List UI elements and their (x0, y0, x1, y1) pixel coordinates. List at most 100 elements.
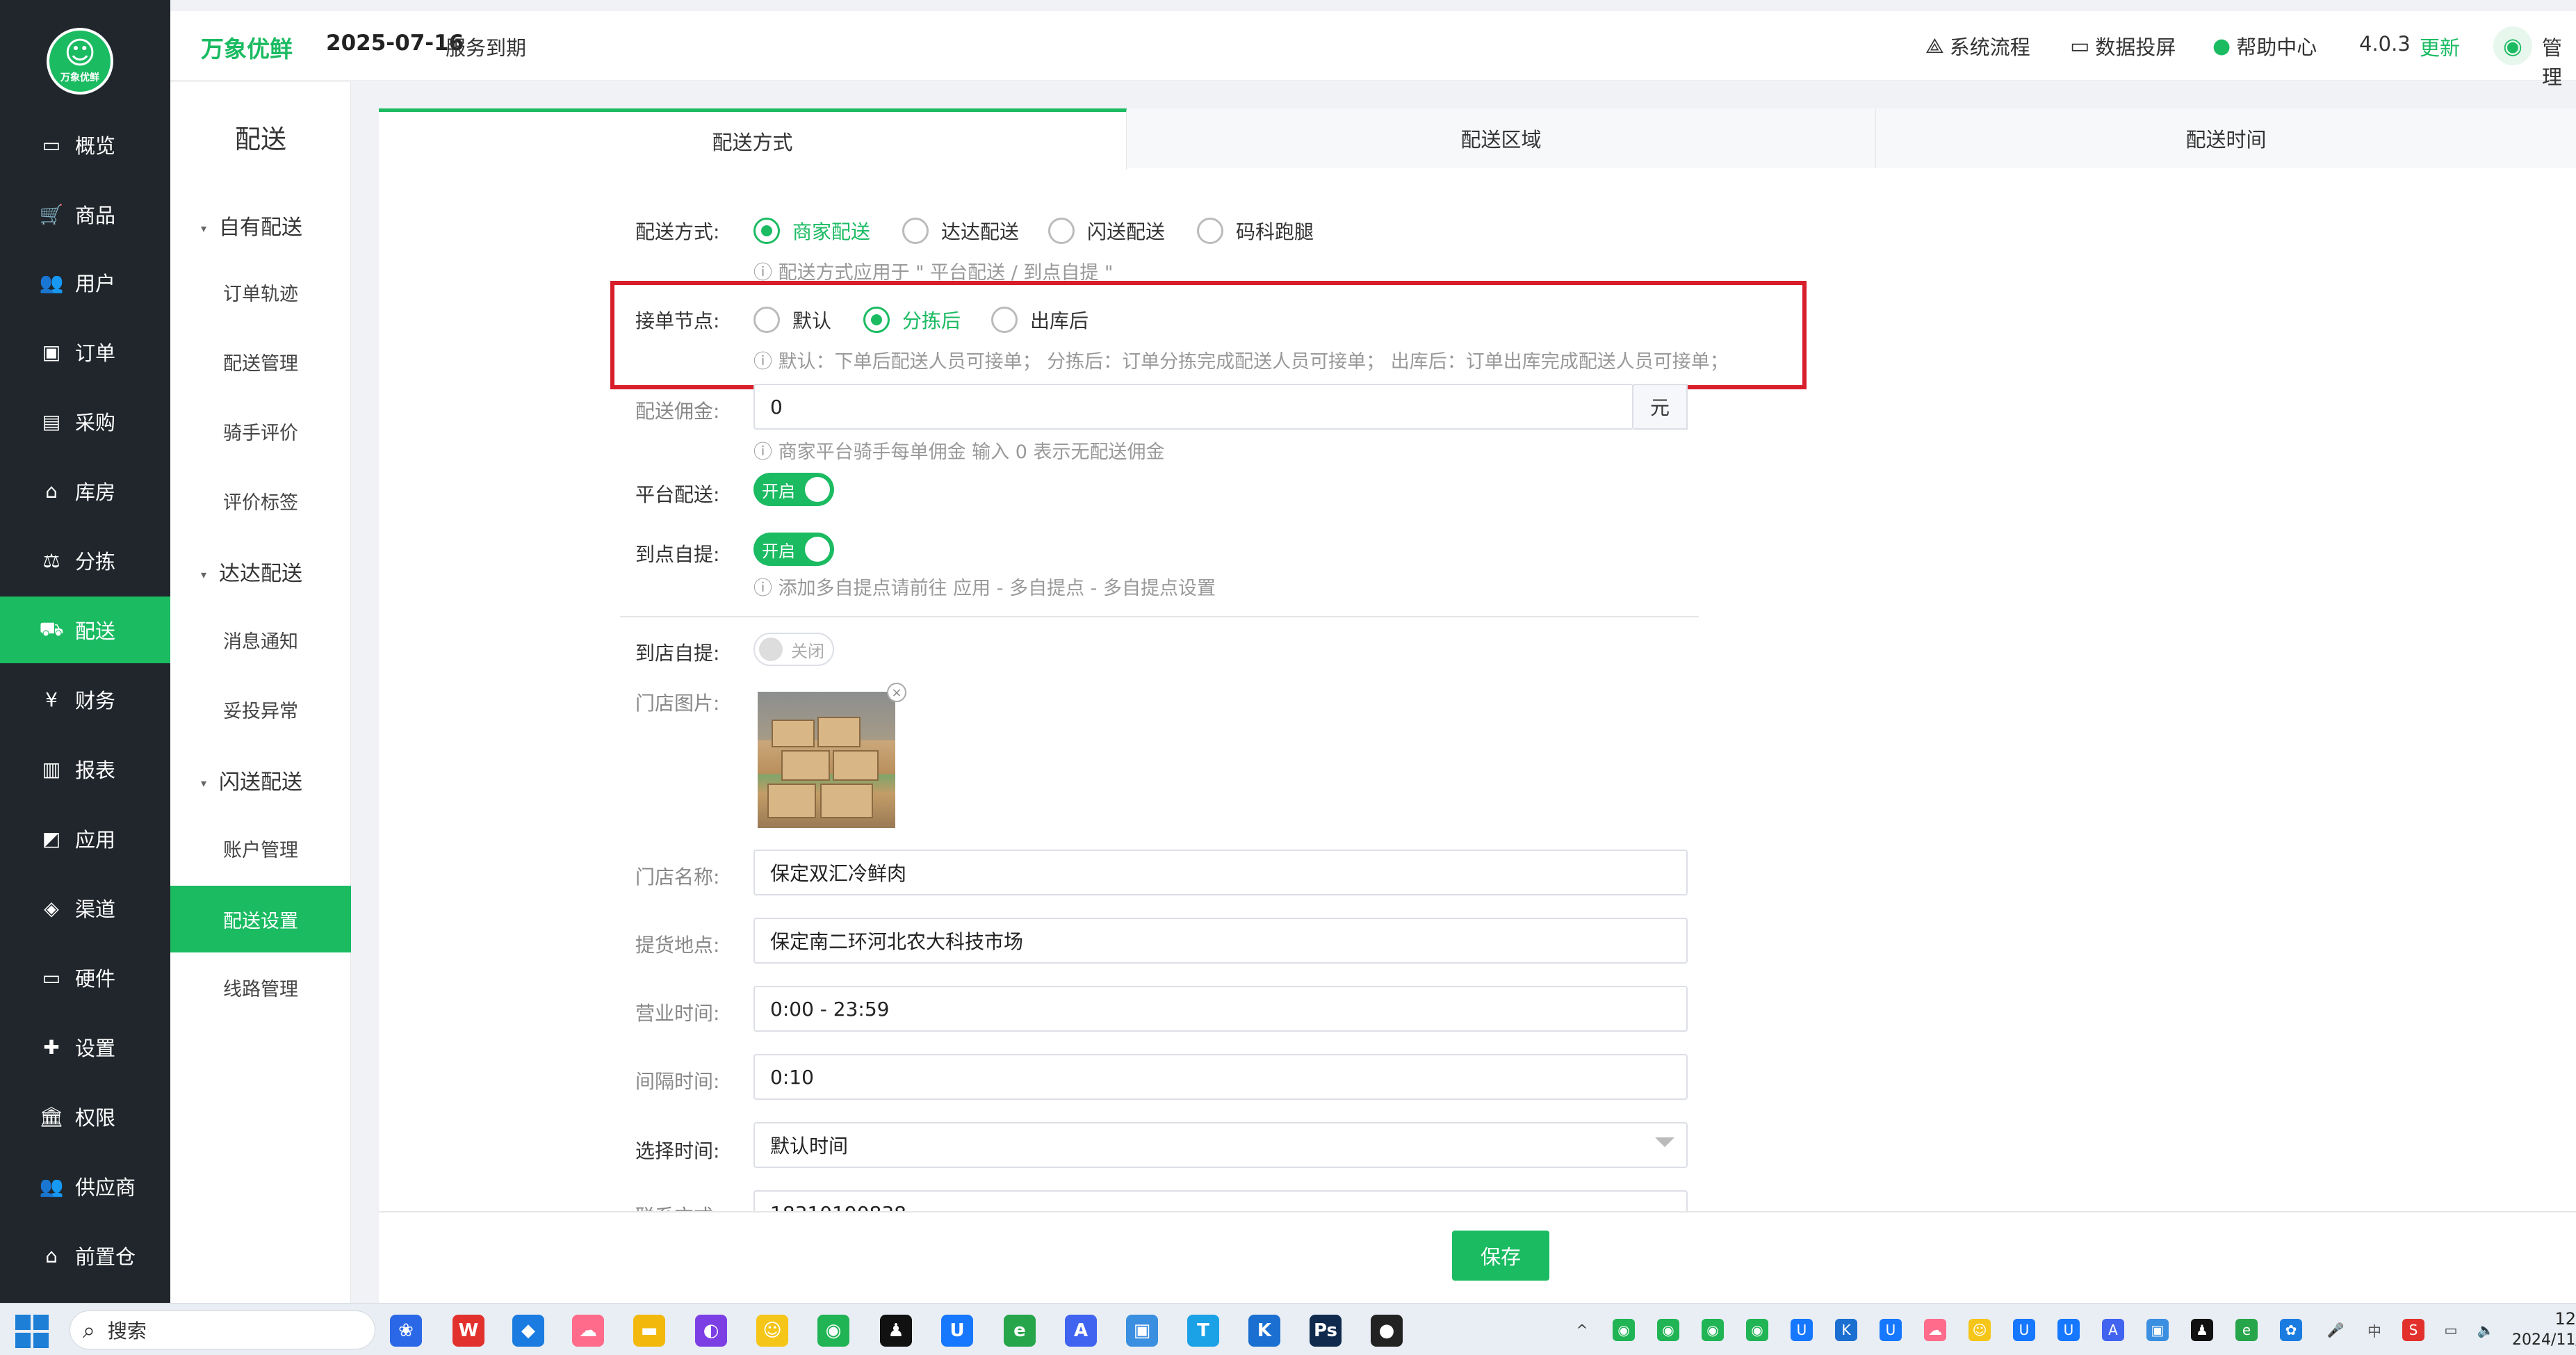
tab-delivery-method[interactable]: 配送方式 (379, 108, 1127, 170)
nav-item-sorting[interactable]: ⚖ 分拣 (0, 527, 170, 594)
subnav-item-delivery-exception[interactable]: 妥投异常 (170, 676, 351, 743)
subnav-item-account-manage[interactable]: 账户管理 (170, 815, 351, 882)
remove-photo-icon[interactable]: × (887, 683, 906, 702)
bag-tray-icon[interactable]: U (1880, 1319, 1902, 1341)
nav-item-users[interactable]: 👥 用户 (0, 249, 170, 316)
nav-item-delivery[interactable]: ⛟ 配送 (0, 597, 170, 663)
platform-delivery-switch[interactable]: 开启 (753, 473, 834, 506)
store-pickup-switch[interactable]: 关闭 (753, 633, 834, 666)
k-icon[interactable]: K (1248, 1315, 1280, 1347)
nav-item-suppliers[interactable]: 👥 供应商 (0, 1153, 170, 1219)
tab-delivery-time[interactable]: 配送时间 (1876, 108, 2576, 168)
baidu-icon[interactable]: ❀ (390, 1315, 422, 1347)
taskbar-search[interactable]: ⌕ 搜索 (70, 1311, 375, 1349)
nav-item-purchase[interactable]: ▤ 采购 (0, 388, 170, 455)
nav-item-channels[interactable]: ◈ 渠道 (0, 875, 170, 941)
windows-start-icon[interactable] (15, 1315, 49, 1348)
nav-item-permissions[interactable]: 🏛 权限 (0, 1083, 170, 1150)
store-name-input[interactable]: 保定双汇冷鲜肉 (753, 850, 1688, 895)
bag-tray-icon[interactable]: U (2057, 1319, 2080, 1341)
shield-icon[interactable]: ◐ (695, 1315, 727, 1347)
tab-delivery-area[interactable]: 配送区域 (1127, 108, 1876, 168)
store-photo[interactable] (758, 692, 895, 828)
radio-flash-delivery[interactable]: 闪送配送 (1048, 217, 1165, 245)
volume-icon[interactable]: 🔈 (2475, 1319, 2497, 1341)
avatar[interactable]: ◉ (2493, 26, 2532, 65)
wps-icon[interactable]: W (453, 1315, 484, 1347)
business-hours-input[interactable]: 0:00 - 23:59 (753, 986, 1688, 1032)
nav-item-hardware[interactable]: ▭ 硬件 (0, 944, 170, 1011)
clock-date[interactable]: 2024/11/ (2512, 1331, 2576, 1349)
qq-tray-icon[interactable]: ♟ (2191, 1319, 2213, 1341)
user-name[interactable]: 管理 (2542, 32, 2576, 90)
group-dada-delivery[interactable]: ▾ 达达配送 (201, 556, 302, 587)
wechat-icon[interactable]: ◉ (817, 1315, 849, 1347)
clock-time[interactable]: 12 (2522, 1309, 2576, 1329)
image-tray-icon[interactable]: ▣ (2146, 1319, 2169, 1341)
nav-item-orders[interactable]: ▣ 订单 (0, 318, 170, 385)
subnav-item-notifications[interactable]: 消息通知 (170, 606, 351, 673)
bird-icon[interactable]: ◆ (512, 1315, 544, 1347)
wechat-tray-icon[interactable]: ◉ (1613, 1319, 1635, 1341)
wechat-tray-icon[interactable]: ◉ (1657, 1319, 1679, 1341)
bag-tray-icon[interactable]: U (1791, 1319, 1813, 1341)
bag-tray-icon[interactable]: U (2013, 1319, 2035, 1341)
bag-icon[interactable]: U (941, 1315, 973, 1347)
nav-item-goods[interactable]: 🛒 商品 (0, 181, 170, 248)
draw-tray-icon[interactable]: A (2102, 1319, 2124, 1341)
draw-icon[interactable]: A (1065, 1315, 1097, 1347)
ime-icon[interactable]: 中 (2363, 1319, 2386, 1341)
subnav-item-rating-tags[interactable]: 评价标签 (170, 467, 351, 534)
qq-icon[interactable]: ♟ (880, 1315, 912, 1347)
wechat-tray-icon[interactable]: ◉ (1746, 1319, 1768, 1341)
subnav-item-route-manage[interactable]: 线路管理 (170, 954, 351, 1021)
pickup-point-switch[interactable]: 开启 (753, 533, 834, 566)
data-screen-link[interactable]: ▭ 数据投屏 (2070, 31, 2176, 60)
colorful-tray-icon[interactable]: ✿ (2280, 1319, 2302, 1341)
wechat-tray-icon[interactable]: ◉ (1702, 1319, 1724, 1341)
nav-item-front-warehouse[interactable]: ⌂ 前置仓 (0, 1222, 170, 1289)
update-link[interactable]: 更新 (2420, 32, 2460, 61)
commission-input[interactable]: 0 (753, 384, 1633, 430)
logo[interactable]: ☺ 万象优鲜 (47, 28, 113, 95)
browser-icon[interactable]: e (1004, 1315, 1036, 1347)
nav-item-finance[interactable]: ¥ 财务 (0, 666, 170, 733)
system-flow-link[interactable]: ⟁ 系统流程 (1925, 31, 2030, 60)
radio-make-errand[interactable]: 码科跑腿 (1197, 217, 1314, 245)
microphone-icon[interactable]: 🎤 (2324, 1319, 2347, 1341)
face-tray-icon[interactable]: ☺ (1968, 1319, 1991, 1341)
radio-node-after-outbound[interactable]: 出库后 (991, 306, 1089, 334)
pickup-address-input[interactable]: 保定南二环河北农大科技市场 (753, 918, 1688, 964)
group-flash-delivery[interactable]: ▾ 闪送配送 (201, 765, 302, 795)
folder-icon[interactable]: ▬ (633, 1315, 665, 1347)
image-icon[interactable]: ▣ (1126, 1315, 1158, 1347)
nav-item-apps[interactable]: ◩ 应用 (0, 805, 170, 872)
nav-item-overview[interactable]: ▭ 概览 (0, 111, 170, 178)
photoshop-icon[interactable]: Ps (1310, 1315, 1342, 1347)
subnav-item-rider-rating[interactable]: 骑手评价 (170, 398, 351, 464)
select-time-dropdown[interactable]: 默认时间 (753, 1122, 1688, 1168)
browser-tray-icon[interactable]: e (2235, 1319, 2258, 1341)
record-icon[interactable]: ● (1371, 1315, 1403, 1347)
subnav-item-delivery-manage[interactable]: 配送管理 (170, 328, 351, 395)
face-icon[interactable]: ☺ (756, 1315, 788, 1347)
chevron-up-icon[interactable]: ^ (1571, 1319, 1593, 1341)
subnav-item-order-track[interactable]: 订单轨迹 (170, 259, 351, 325)
chat-tray-icon[interactable]: ☁ (1924, 1319, 1946, 1341)
subnav-item-delivery-settings[interactable]: 配送设置 (170, 886, 351, 952)
radio-dada-delivery[interactable]: 达达配送 (902, 217, 1019, 245)
save-button[interactable]: 保存 (1452, 1231, 1549, 1281)
nav-item-settings[interactable]: ✚ 设置 (0, 1014, 170, 1080)
nav-item-warehouse[interactable]: ⌂ 库房 (0, 457, 170, 524)
radio-merchant-delivery[interactable]: 商家配送 (753, 217, 870, 245)
k-tray-icon[interactable]: K (1835, 1319, 1857, 1341)
group-own-delivery[interactable]: ▾ 自有配送 (201, 210, 302, 241)
chat-icon[interactable]: ☁ (572, 1315, 604, 1347)
radio-node-after-sorting[interactable]: 分拣后 (863, 306, 961, 334)
interval-input[interactable]: 0:10 (753, 1054, 1688, 1100)
wps-tray-icon[interactable]: S (2402, 1319, 2424, 1341)
pin-icon[interactable]: T (1187, 1315, 1219, 1347)
radio-node-default[interactable]: 默认 (753, 306, 831, 334)
nav-item-reports[interactable]: ▥ 报表 (0, 736, 170, 802)
network-icon[interactable]: ▭ (2440, 1319, 2462, 1341)
